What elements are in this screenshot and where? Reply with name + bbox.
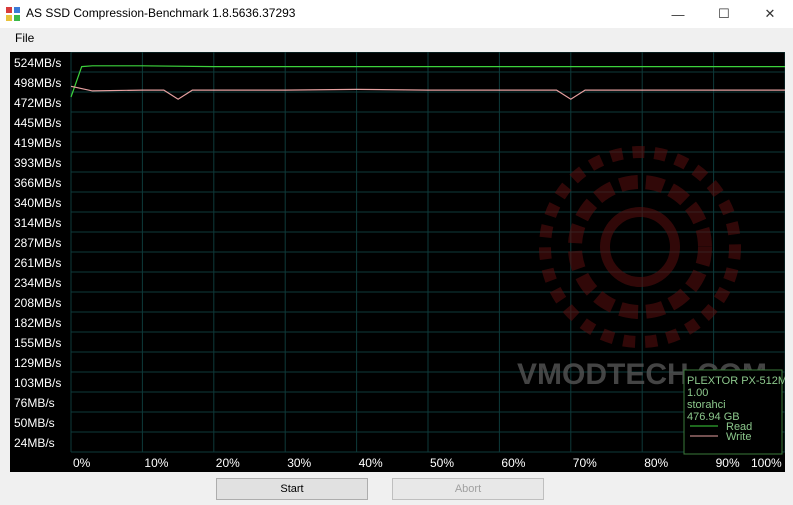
y-tick-label: 445MB/s: [14, 116, 61, 130]
benchmark-chart: VMODTECH.COM 524MB/s 498MB/s 472MB/s 445MB/…: [10, 52, 785, 472]
driver-name: storahci: [687, 399, 726, 411]
x-tick-label: 20%: [216, 456, 240, 470]
y-tick-label: 76MB/s: [14, 396, 55, 410]
x-tick-label: 30%: [287, 456, 311, 470]
app-icon: [6, 7, 20, 21]
maximize-button[interactable]: ☐: [701, 0, 747, 28]
device-name: PLEXTOR PX-512M: [687, 375, 785, 387]
x-tick-label: 80%: [644, 456, 668, 470]
y-tick-label: 208MB/s: [14, 296, 61, 310]
y-tick-label: 287MB/s: [14, 236, 61, 250]
y-tick-label: 261MB/s: [14, 256, 61, 270]
y-tick-label: 314MB/s: [14, 216, 61, 230]
y-tick-label: 182MB/s: [14, 316, 61, 330]
x-tick-label: 40%: [359, 456, 383, 470]
menu-bar: File: [0, 28, 793, 50]
x-tick-label: 60%: [501, 456, 525, 470]
chart-svg: VMODTECH.COM 524MB/s498MB/s472MB/s445MB/…: [14, 52, 785, 470]
y-tick-label: 472MB/s: [14, 96, 61, 110]
y-tick-label: 129MB/s: [14, 356, 61, 370]
window-title: AS SSD Compression-Benchmark 1.8.5636.37…: [26, 6, 296, 20]
firmware-version: 1.00: [687, 387, 708, 399]
minimize-icon: —: [671, 6, 685, 22]
info-box: PLEXTOR PX-512M 1.00 storahci 476.94 GB …: [683, 369, 785, 455]
title-bar: AS SSD Compression-Benchmark 1.8.5636.37…: [0, 0, 793, 28]
start-button[interactable]: Start: [216, 478, 368, 500]
x-tick-label: 10%: [144, 456, 168, 470]
minimize-button[interactable]: —: [655, 0, 701, 28]
y-tick-label: 524MB/s: [14, 56, 61, 70]
start-button-label: Start: [280, 483, 304, 495]
menu-file[interactable]: File: [15, 31, 34, 45]
close-icon: ✕: [764, 6, 776, 21]
y-tick-label: 24MB/s: [14, 436, 55, 450]
x-tick-label: 0%: [73, 456, 91, 470]
close-button[interactable]: ✕: [747, 0, 793, 28]
x-tick-label: 90%: [716, 456, 740, 470]
abort-button-label: Abort: [454, 483, 482, 495]
y-tick-label: 103MB/s: [14, 376, 61, 390]
x-tick-label: 70%: [573, 456, 597, 470]
maximize-icon: ☐: [718, 6, 730, 21]
abort-button[interactable]: Abort: [392, 478, 544, 500]
y-tick-label: 498MB/s: [14, 76, 61, 90]
x-tick-label: 100%: [751, 456, 782, 470]
y-tick-label: 155MB/s: [14, 336, 61, 350]
y-tick-label: 340MB/s: [14, 196, 61, 210]
y-tick-label: 393MB/s: [14, 156, 61, 170]
legend-write-label: Write: [726, 431, 751, 443]
x-tick-label: 50%: [430, 456, 454, 470]
y-tick-label: 234MB/s: [14, 276, 61, 290]
y-tick-label: 366MB/s: [14, 176, 61, 190]
y-tick-label: 50MB/s: [14, 416, 55, 430]
y-tick-label: 419MB/s: [14, 136, 61, 150]
